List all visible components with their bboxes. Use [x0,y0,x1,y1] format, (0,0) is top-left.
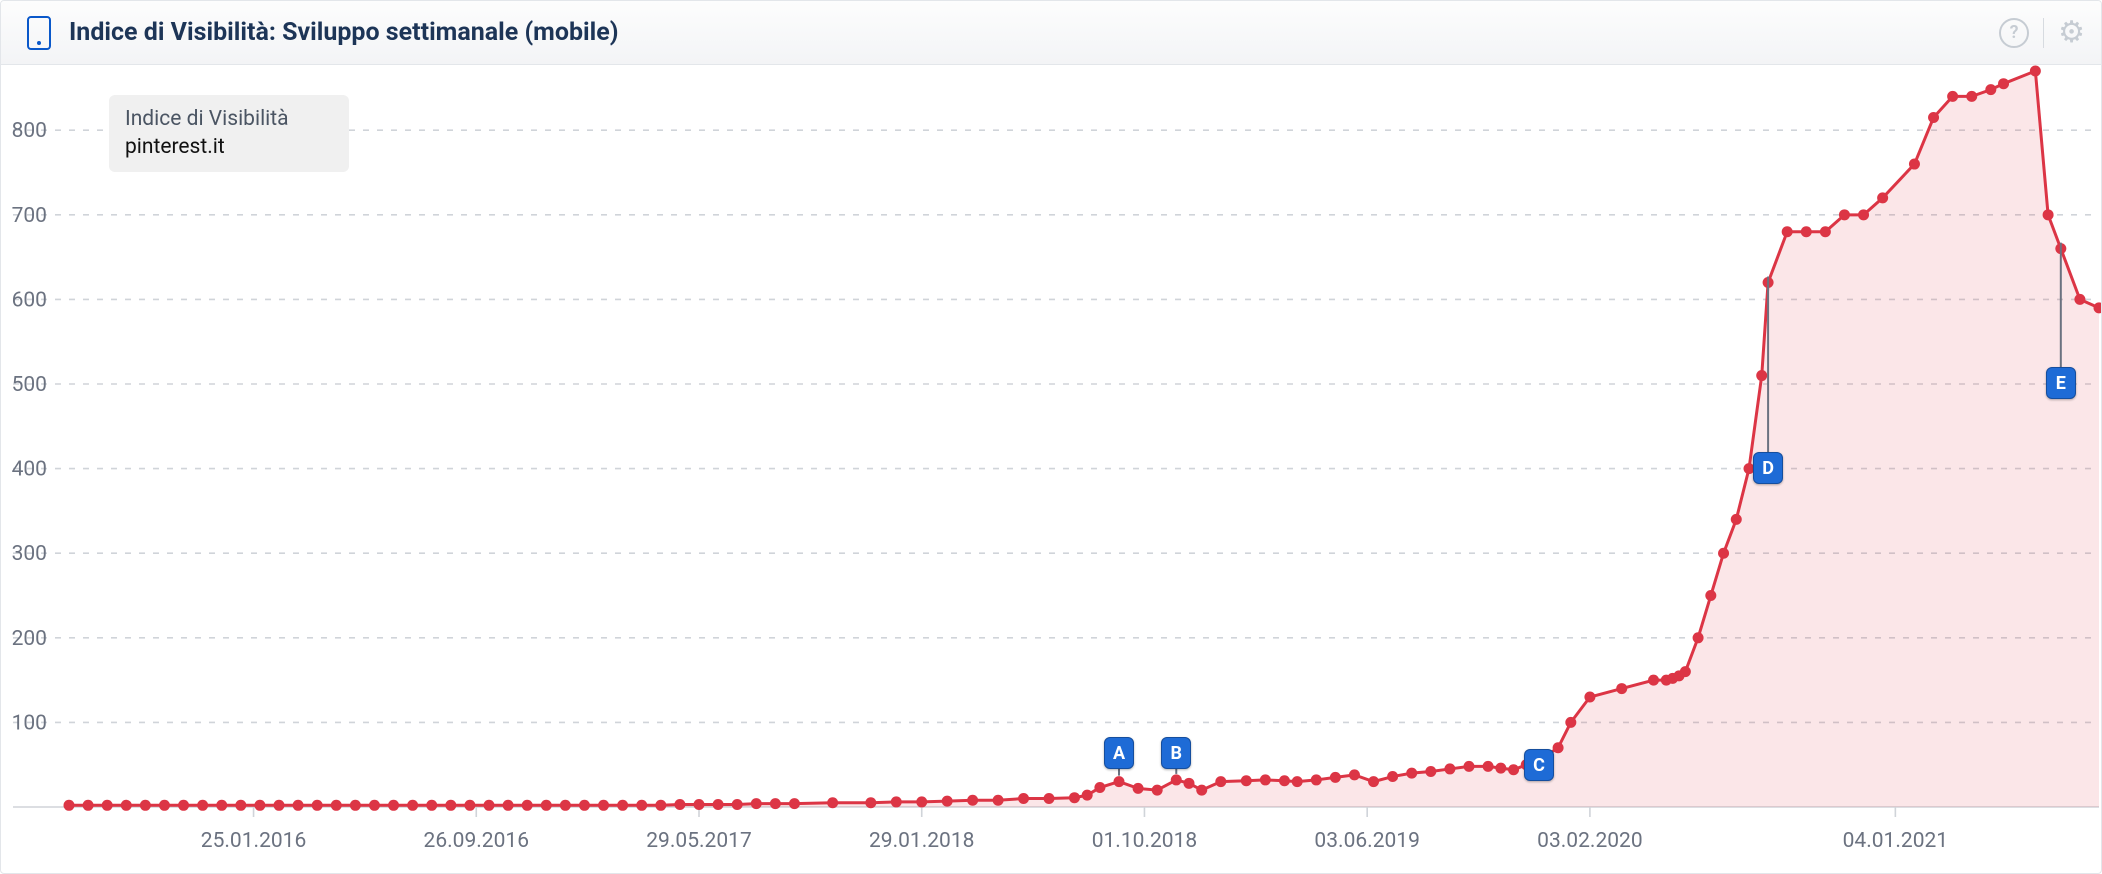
svg-text:400: 400 [12,458,47,482]
chart-legend: Indice di Visibilità pinterest.it [109,95,349,172]
event-flag-label: A [1113,743,1125,764]
event-flag-a[interactable]: A [1104,737,1134,769]
svg-text:300: 300 [12,542,47,566]
svg-text:800: 800 [12,119,47,143]
svg-text:04.01.2021: 04.01.2021 [1843,829,1949,853]
svg-text:600: 600 [12,288,47,312]
svg-text:01.10.2018: 01.10.2018 [1092,829,1198,853]
legend-domain-label: pinterest.it [125,133,289,161]
chart-plot: 100 200 300 400 500 600 700 800 25.01.2016 26.09.… [1,65,2101,873]
event-flag-d[interactable]: D [1753,452,1783,484]
svg-text:200: 200 [12,627,47,651]
header-divider [2043,18,2044,48]
svg-text:25.01.2016: 25.01.2016 [201,829,307,853]
svg-text:26.09.2016: 26.09.2016 [424,829,530,853]
event-flag-label: E [2056,373,2066,394]
svg-text:29.05.2017: 29.05.2017 [646,829,752,853]
svg-text:700: 700 [12,204,47,228]
help-icon[interactable]: ? [1999,18,2029,48]
chart-svg: 100 200 300 400 500 600 700 800 25.01.2016 26.09.… [1,65,2102,874]
svg-text:500: 500 [12,373,47,397]
gear-icon[interactable]: ⚙ [2058,18,2085,48]
svg-text:100: 100 [12,711,47,735]
chart-title: Indice di Visibilità: Sviluppo settimana… [69,18,619,47]
chart-card: Indice di Visibilità: Sviluppo settimana… [0,0,2102,874]
svg-text:03.02.2020: 03.02.2020 [1537,829,1643,853]
svg-text:03.06.2019: 03.06.2019 [1314,829,1420,853]
event-flag-label: B [1171,743,1183,764]
card-header: Indice di Visibilità: Sviluppo settimana… [1,1,2101,65]
svg-text:29.01.2018: 29.01.2018 [869,829,975,853]
event-flag-c[interactable]: C [1524,749,1554,781]
legend-series-label: Indice di Visibilità [125,105,289,133]
event-flag-label: D [1762,458,1774,479]
event-flag-label: C [1533,755,1545,776]
event-flag-b[interactable]: B [1161,737,1191,769]
header-actions: ? ⚙ [1999,18,2085,48]
event-flag-e[interactable]: E [2046,367,2076,399]
mobile-icon [27,16,51,50]
